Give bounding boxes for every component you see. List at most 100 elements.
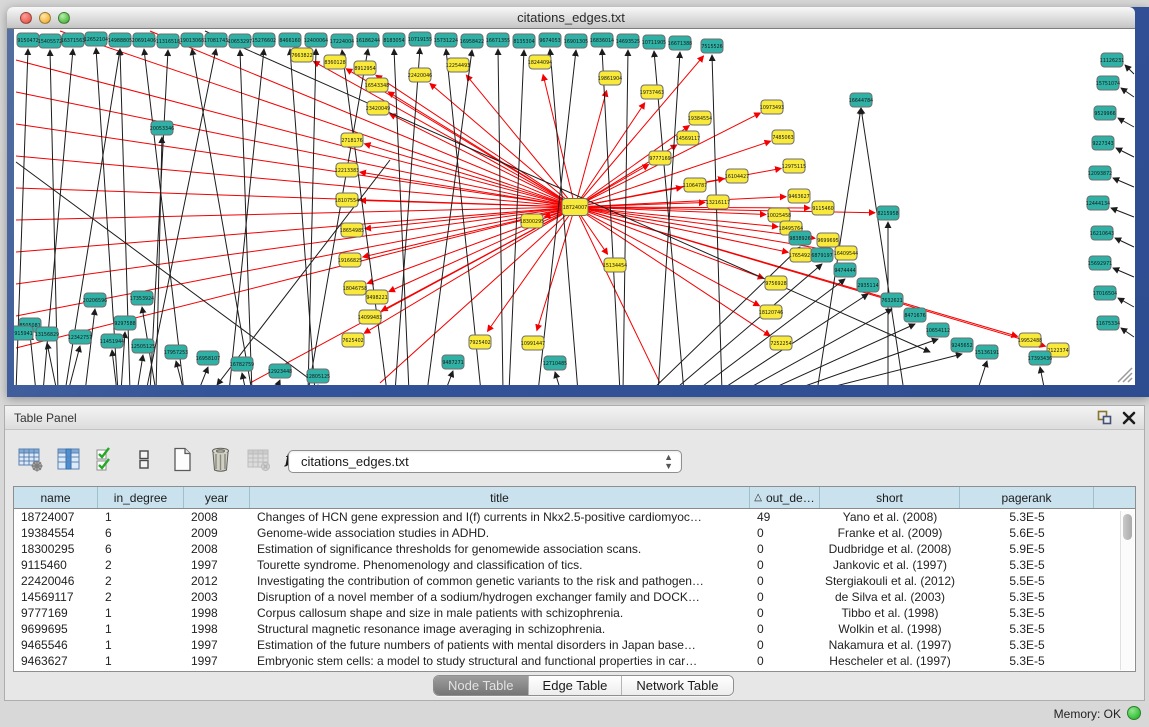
table-row[interactable]: 1938455462009Genome-wide association stu… (14, 525, 1135, 541)
graph-node[interactable]: 14569117 (676, 131, 700, 145)
graph-node[interactable]: 10991447 (521, 336, 545, 350)
graph-node[interactable]: 12975115 (782, 159, 806, 173)
graph-node[interactable]: 14693525 (616, 34, 640, 48)
graph-node[interactable]: 18046758 (343, 281, 367, 295)
graph-node[interactable]: 23420049 (366, 101, 390, 115)
graph-node[interactable]: 19861904 (598, 71, 622, 85)
graph-node[interactable]: 7663822 (291, 48, 313, 62)
graph-node[interactable]: 12805125 (306, 369, 330, 383)
table-row[interactable]: 1456911722003Disruption of a novel membe… (14, 589, 1135, 605)
graph-node[interactable]: 19013068 (180, 33, 204, 47)
graph-node[interactable]: 16210643 (1090, 226, 1114, 240)
graph-node[interactable]: 12342757 (68, 330, 92, 344)
graph-node[interactable]: 17016504 (1093, 286, 1117, 300)
graph-node[interactable]: 9227343 (1092, 136, 1114, 150)
graph-node[interactable]: 8215958 (877, 206, 899, 220)
graph-node[interactable]: 10973493 (760, 100, 784, 114)
graph-node[interactable]: 12505125 (131, 339, 155, 353)
delete-column-icon[interactable] (205, 444, 235, 474)
network-canvas[interactable]: 9150472154055721637156312652104149888052… (14, 29, 1135, 385)
graph-node[interactable]: 11675334 (1096, 316, 1120, 330)
tab-network-table[interactable]: Network Table (622, 676, 732, 695)
graph-node[interactable]: 9915941 (14, 326, 33, 340)
graph-node[interactable]: 9777169 (649, 151, 671, 165)
table-row[interactable]: 911546021997Tourette syndrome. Phenomeno… (14, 557, 1135, 573)
graph-node[interactable]: 7625402 (342, 333, 364, 347)
graph-node[interactable]: 16644784 (849, 93, 873, 107)
graph-node[interactable]: 9150472 (17, 33, 39, 47)
graph-node[interactable]: 14988805 (108, 33, 132, 47)
table-row[interactable]: 1872400712008Changes of HCN gene express… (14, 509, 1135, 525)
graph-node[interactable]: 16671355 (486, 33, 510, 47)
graph-node[interactable]: 7515526 (701, 39, 723, 53)
graph-node[interactable]: 17353924 (130, 291, 154, 305)
graph-node[interactable]: 16901305 (564, 34, 588, 48)
graph-node[interactable]: 18120746 (759, 305, 783, 319)
graph-node[interactable]: 12710485 (543, 356, 567, 370)
graph-node[interactable]: 9674053 (539, 33, 561, 47)
graph-node[interactable]: 8912954 (354, 61, 376, 75)
graph-node[interactable]: 8466160 (279, 33, 301, 47)
graph-node[interactable]: 13156829 (35, 327, 59, 341)
graph-node[interactable]: 16186244 (356, 33, 380, 47)
graph-node[interactable]: 12400064 (304, 33, 328, 47)
graph-node[interactable]: 17654923 (789, 248, 813, 262)
memory-status-indicator[interactable] (1127, 706, 1141, 720)
graph-node[interactable]: 13216117 (706, 195, 730, 209)
close-icon[interactable] (1122, 411, 1136, 425)
graph-node[interactable]: 9297588 (114, 316, 136, 330)
column-selection-icon[interactable] (91, 444, 121, 474)
table-selector-combobox[interactable]: citations_edges.txt ▲▼ (288, 450, 682, 473)
graph-node[interactable]: 19952488 (1018, 333, 1042, 347)
graph-node[interactable]: 16371563 (61, 33, 85, 47)
column-header-title[interactable]: title (250, 487, 750, 508)
graph-node[interactable]: 10719155 (408, 32, 432, 46)
graph-node[interactable]: 6879197 (811, 248, 833, 262)
graph-node[interactable]: 18654985 (340, 223, 364, 237)
graph-node[interactable]: 15731224 (434, 33, 458, 47)
graph-node[interactable]: 15134454 (603, 258, 627, 272)
tab-edge-table[interactable]: Edge Table (529, 676, 623, 695)
graph-node[interactable]: 15405572 (38, 34, 62, 48)
graph-node[interactable]: 19166825 (338, 253, 362, 267)
row-height-icon[interactable] (129, 444, 159, 474)
graph-node[interactable]: 20206596 (83, 293, 107, 307)
column-header-out_de[interactable]: △out_de… (750, 487, 820, 508)
table-row[interactable]: 969969511998Structural magnetic resonanc… (14, 621, 1135, 637)
table-row[interactable]: 946362711997Embryonic stem cells: a mode… (14, 653, 1135, 669)
graph-node[interactable]: 17081743 (204, 33, 228, 47)
graph-node[interactable]: 20691406 (132, 33, 156, 47)
graph-node[interactable]: 7485063 (772, 130, 794, 144)
graph-node[interactable]: 12213383 (335, 163, 359, 177)
graph-node[interactable]: 7925402 (469, 335, 491, 349)
graph-node[interactable]: 15751074 (1096, 76, 1120, 90)
table-row[interactable]: 2242004622012Investigating the contribut… (14, 573, 1135, 589)
graph-node[interactable]: 8135304 (513, 34, 535, 48)
resize-grip[interactable] (1118, 368, 1132, 382)
scrollbar-thumb[interactable] (1123, 514, 1132, 540)
create-column-icon[interactable] (167, 444, 197, 474)
graph-node[interactable]: 22420046 (408, 68, 432, 82)
graph-node[interactable]: 11064787 (683, 178, 707, 192)
graph-node[interactable]: 17957253 (164, 345, 188, 359)
graph-node[interactable]: 10025458 (767, 208, 791, 222)
graph-node[interactable]: 12093872 (1088, 166, 1112, 180)
column-header-in_degree[interactable]: in_degree (98, 487, 184, 508)
vertical-scrollbar[interactable] (1120, 511, 1134, 670)
graph-node[interactable]: 16543348 (365, 78, 389, 92)
column-header-short[interactable]: short (820, 487, 960, 508)
graph-node[interactable]: 9699695 (817, 233, 839, 247)
show-columns-icon[interactable] (53, 444, 83, 474)
graph-node[interactable]: 9487271 (442, 355, 464, 369)
graph-node[interactable]: 18107554 (335, 193, 359, 207)
column-header-name[interactable]: name (14, 487, 98, 508)
graph-node[interactable]: 18300295 (520, 214, 544, 228)
column-header-year[interactable]: year (184, 487, 250, 508)
table-mode-icon[interactable] (15, 444, 45, 474)
graph-node[interactable]: 10711905 (642, 35, 666, 49)
float-window-icon[interactable] (1097, 410, 1112, 425)
graph-node[interactable]: 16958422 (460, 34, 484, 48)
graph-node[interactable]: 8183054 (383, 33, 405, 47)
graph-node[interactable]: 15276602 (252, 33, 276, 47)
delete-table-disabled-icon[interactable] (243, 444, 273, 474)
